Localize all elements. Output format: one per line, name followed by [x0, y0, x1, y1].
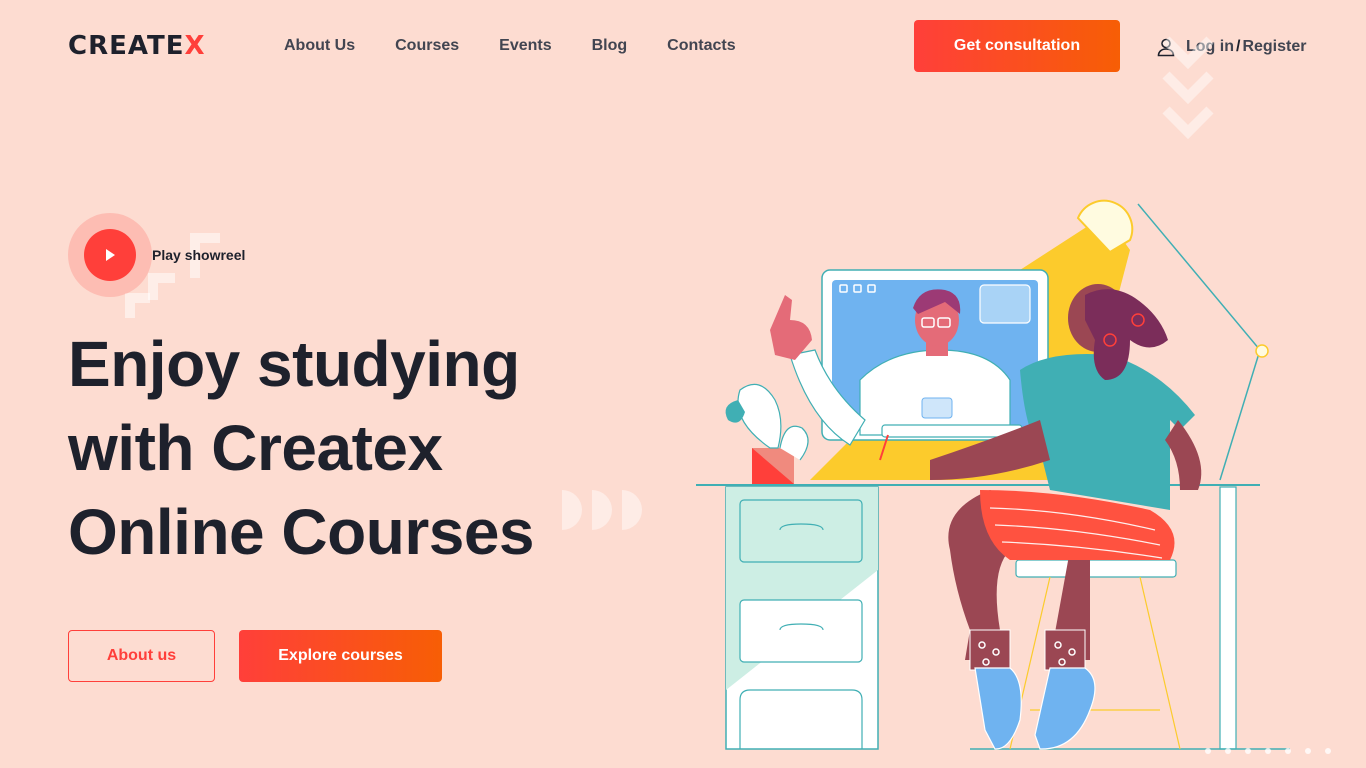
student-shoe-left [974, 667, 1022, 750]
about-us-button[interactable]: About us [68, 630, 215, 682]
hero-title-line-1: Enjoy studying [68, 328, 520, 400]
hero-title: Enjoy studying with Createx Online Cours… [68, 322, 628, 574]
slider-dot[interactable] [1205, 748, 1211, 754]
student-shoe-right [1034, 667, 1096, 750]
slider-dot[interactable] [1305, 748, 1311, 754]
logo-accent: X [184, 31, 206, 61]
nav-item-blog[interactable]: Blog [592, 37, 628, 55]
play-showreel-label: Play showreel [152, 247, 246, 263]
play-circle [84, 229, 136, 281]
hero-title-line-3: Online Courses [68, 496, 535, 568]
chevrons-decoration [1162, 36, 1214, 140]
slider-dot[interactable] [1285, 748, 1291, 754]
get-consultation-button[interactable]: Get consultation [914, 20, 1120, 72]
main-nav: About Us Courses Events Blog Contacts [284, 37, 776, 55]
explore-courses-button[interactable]: Explore courses [239, 630, 442, 682]
logo-text: CREATE [68, 31, 185, 61]
slider-dot[interactable] [1265, 748, 1271, 754]
nav-item-contacts[interactable]: Contacts [667, 37, 735, 55]
nav-item-events[interactable]: Events [499, 37, 551, 55]
slider-dot[interactable] [1245, 748, 1251, 754]
createx-logo[interactable]: CREATEX [68, 31, 206, 61]
register-link[interactable]: Register [1242, 38, 1306, 55]
slider-dot[interactable] [1225, 748, 1231, 754]
play-showreel[interactable]: Play showreel [68, 213, 245, 297]
plant [737, 383, 782, 449]
hero-illustration [696, 199, 1290, 750]
auth-separator: / [1235, 38, 1241, 55]
slider-dot[interactable] [1325, 748, 1331, 754]
play-button[interactable] [68, 213, 152, 297]
nav-item-courses[interactable]: Courses [395, 37, 459, 55]
hero-title-line-2: with Createx [68, 412, 443, 484]
stool-seat [1015, 559, 1177, 578]
nav-item-about-us[interactable]: About Us [284, 37, 355, 55]
slider-dots [1205, 748, 1331, 754]
play-icon [106, 249, 115, 261]
